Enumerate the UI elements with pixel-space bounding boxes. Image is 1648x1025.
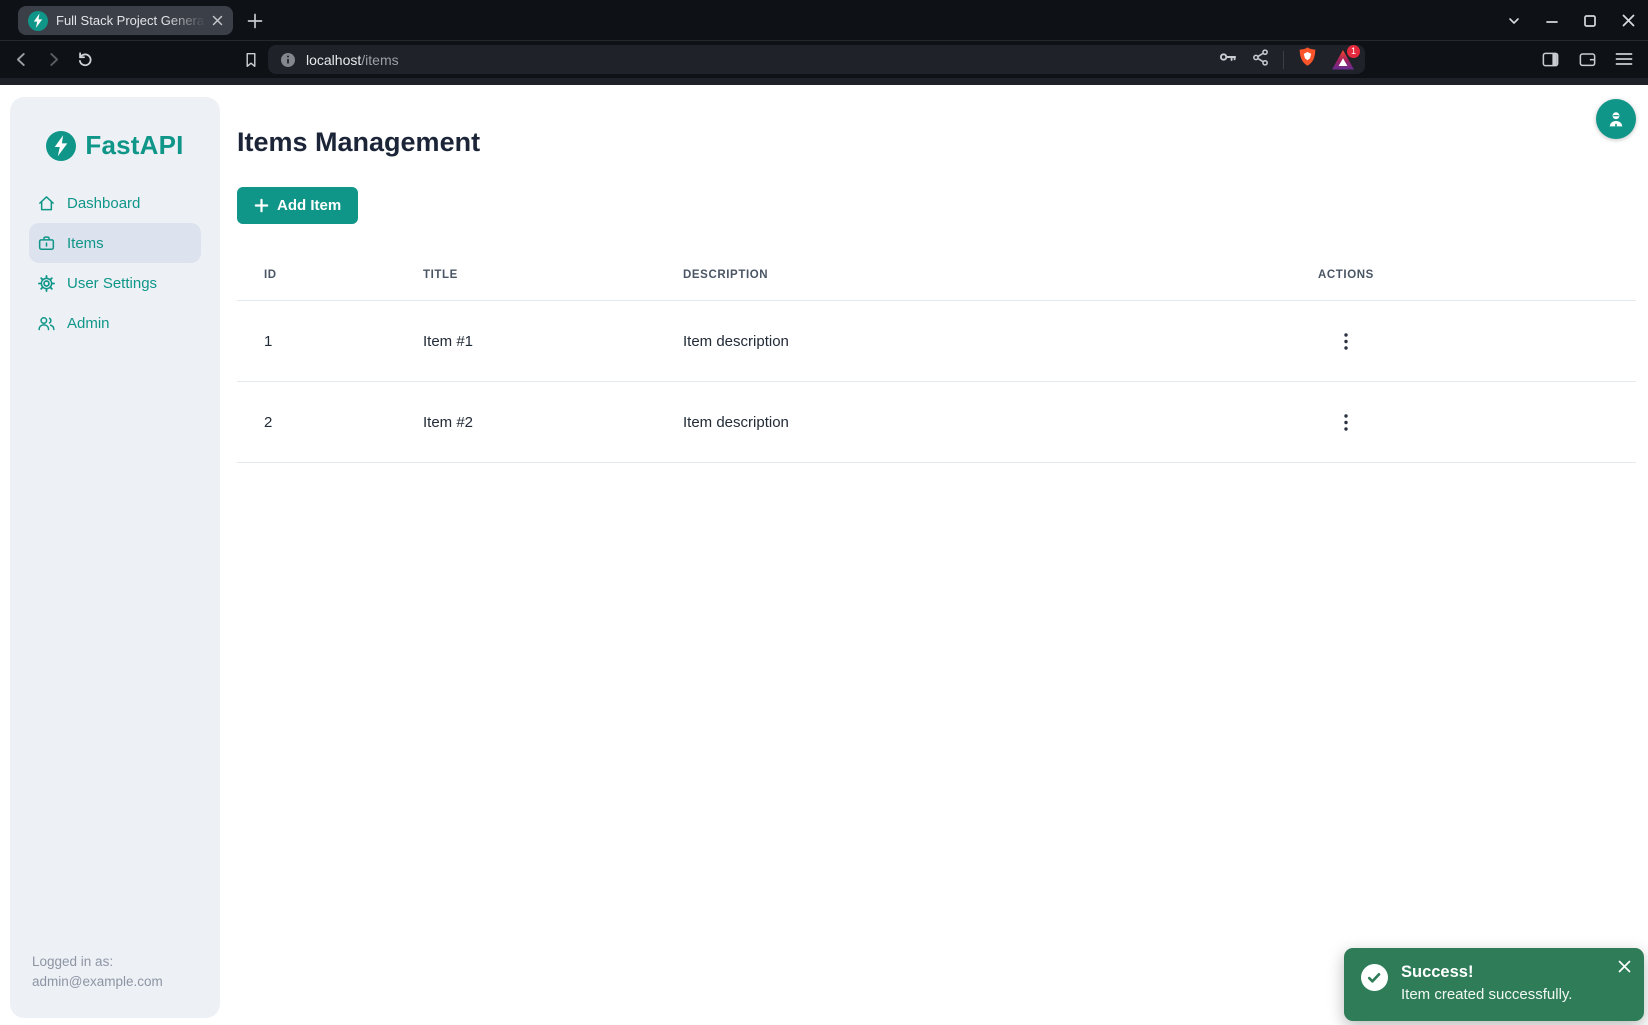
lightning-bolt-icon [46,131,76,161]
sidebar-item-admin[interactable]: Admin [29,303,201,343]
briefcase-icon [37,234,56,253]
sidebar-panel-icon[interactable] [1540,49,1560,69]
site-info-icon[interactable] [280,52,296,68]
gear-icon [37,274,56,293]
divider [1283,51,1284,69]
toast-text: Success! Item created successfully. [1401,961,1572,1007]
home-icon [37,194,56,213]
back-button[interactable] [11,49,32,70]
user-icon [1604,107,1628,131]
toast-message: Item created successfully. [1401,983,1572,1007]
users-icon [37,314,56,333]
url-path: /items [361,52,398,68]
cell-description: Item description [683,382,1318,463]
plus-icon [254,198,269,213]
main-panel: Items Management Add Item ID TITLE DESCR… [220,85,1648,1025]
browser-toolbar: localhost/items [0,41,1648,78]
brave-rewards-icon[interactable]: 1 [1331,49,1355,71]
plus-icon [247,13,263,29]
kebab-menu-icon [1344,414,1348,431]
address-bar-actions: 1 [1218,45,1355,74]
logged-in-email: admin@example.com [32,972,210,992]
address-bar[interactable]: localhost/items [268,45,1365,74]
close-window-icon[interactable] [1620,13,1636,29]
logged-in-info: Logged in as: admin@example.com [10,952,220,1018]
wallet-icon[interactable] [1577,49,1597,69]
sidebar-item-items[interactable]: Items [29,223,201,263]
bookmark-icon[interactable] [240,49,261,70]
brave-shield-icon[interactable] [1297,46,1318,74]
cell-title: Item #2 [423,382,683,463]
toast-close-button[interactable] [1615,957,1633,975]
add-item-button[interactable]: Add Item [237,187,358,224]
table-row: 2 Item #2 Item description [237,382,1636,463]
sidebar-nav: Dashboard Items User Settings [10,183,220,343]
close-icon [1618,960,1631,973]
forward-button[interactable] [43,49,64,70]
maximize-icon[interactable] [1582,13,1598,29]
lightning-bolt-favicon-icon [28,11,48,31]
check-circle-icon [1361,964,1388,996]
sidebar-item-dashboard[interactable]: Dashboard [29,183,201,223]
page-title: Items Management [237,85,1636,158]
new-tab-button[interactable] [243,9,266,32]
browser-tab[interactable]: Full Stack Project Genera [18,6,233,35]
key-icon[interactable] [1218,47,1238,72]
minimize-icon[interactable] [1544,13,1560,29]
logged-in-label: Logged in as: [32,952,210,972]
brand-name: FastAPI [85,130,183,161]
kebab-menu-icon [1344,333,1348,350]
app-content: FastAPI Dashboard Items [0,85,1648,1025]
table-header-row: ID TITLE DESCRIPTION ACTIONS [237,269,1636,301]
reload-button[interactable] [75,49,96,70]
tab-search-chevron-icon[interactable] [1506,13,1522,29]
toolbar-right-actions [1540,49,1634,69]
sidebar: FastAPI Dashboard Items [10,97,220,1018]
success-toast: Success! Item created successfully. [1344,948,1644,1021]
row-actions-button[interactable] [1332,408,1360,436]
cell-title: Item #1 [423,301,683,382]
row-actions-button[interactable] [1332,327,1360,355]
window-controls [1506,0,1636,41]
column-header-description: DESCRIPTION [683,269,1318,301]
column-header-id: ID [237,269,423,301]
user-avatar-button[interactable] [1596,99,1636,139]
items-table: ID TITLE DESCRIPTION ACTIONS 1 Item #1 I… [237,269,1636,463]
url-host: localhost [306,52,361,68]
cell-id: 1 [237,301,423,382]
tab-title: Full Stack Project Genera [56,13,209,28]
cell-description: Item description [683,301,1318,382]
column-header-actions: ACTIONS [1318,269,1636,301]
toolbar-bottom-strip [0,78,1648,85]
browser-tab-bar: Full Stack Project Genera [0,0,1648,41]
table-row: 1 Item #1 Item description [237,301,1636,382]
share-icon[interactable] [1251,48,1270,72]
rewards-notification-badge: 1 [1347,45,1360,58]
brand-logo: FastAPI [10,130,220,161]
tab-close-icon[interactable] [209,13,225,29]
cell-id: 2 [237,382,423,463]
menu-icon[interactable] [1614,49,1634,69]
toast-title: Success! [1401,961,1572,983]
sidebar-item-user-settings[interactable]: User Settings [29,263,201,303]
column-header-title: TITLE [423,269,683,301]
